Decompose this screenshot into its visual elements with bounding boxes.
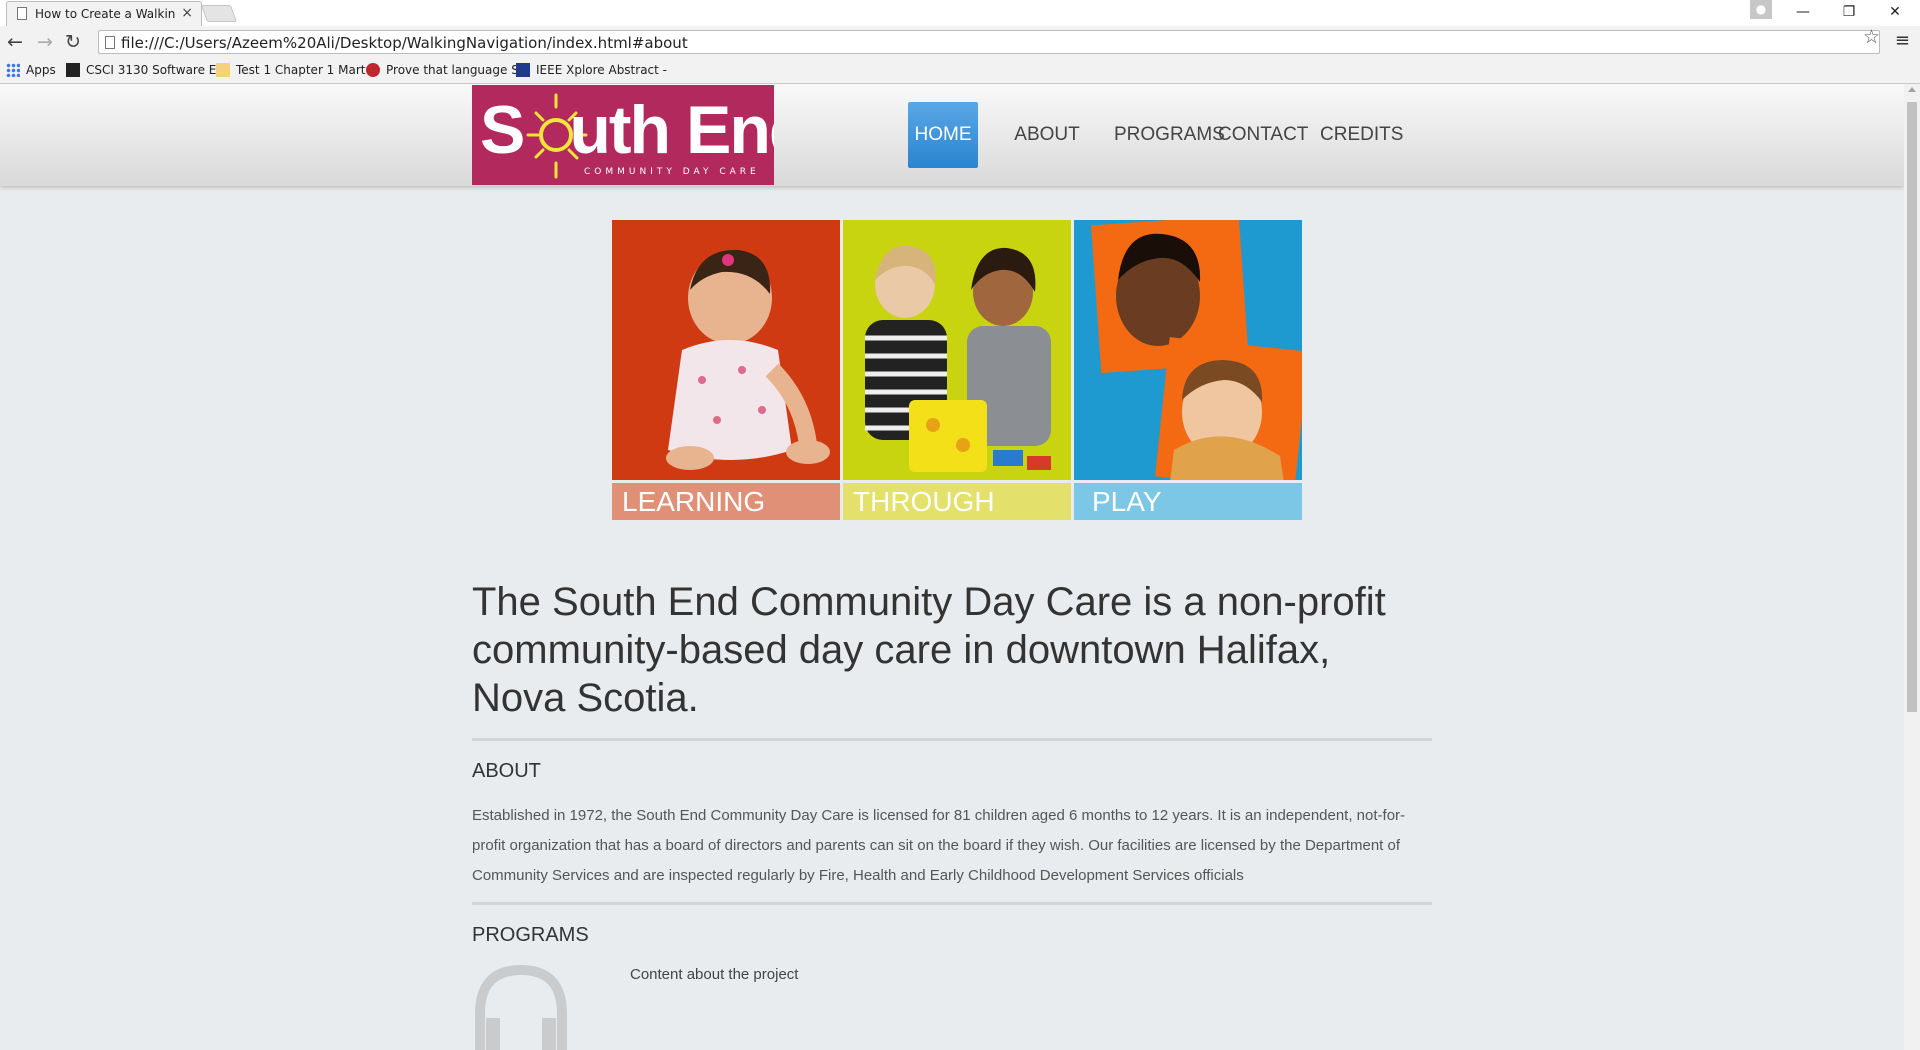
banner-panel-through: THROUGH xyxy=(843,220,1071,520)
section-divider xyxy=(472,902,1432,905)
url-text: file:///C:/Users/Azeem%20Ali/Desktop/Wal… xyxy=(121,34,688,52)
nav-about[interactable]: ABOUT xyxy=(1010,102,1084,168)
tab-strip: How to Create a Walking × ● — ❐ ✕ xyxy=(0,0,1920,26)
kids-playing-photo xyxy=(843,220,1071,480)
bookmark-csci[interactable]: CSCI 3130 Software E xyxy=(66,63,216,77)
section-divider xyxy=(472,738,1432,741)
apps-grid-icon xyxy=(6,63,20,77)
new-tab-button[interactable] xyxy=(200,5,238,22)
address-bar[interactable]: file:///C:/Users/Azeem%20Ali/Desktop/Wal… xyxy=(98,30,1880,54)
banner-panel-play: PLAY xyxy=(1074,220,1302,520)
children-faces-photo xyxy=(1074,220,1302,480)
reload-icon[interactable]: ↻ xyxy=(62,31,84,53)
close-tab-icon[interactable]: × xyxy=(181,5,193,21)
bookmark-star-icon[interactable]: ☆ xyxy=(1863,26,1880,48)
browser-tab[interactable]: How to Create a Walking × xyxy=(6,1,202,26)
bookmark-favicon-icon xyxy=(516,63,530,77)
site-header: Suth End COMMUNITY DAY CARE HOME ABOUT P… xyxy=(0,84,1904,186)
bookmark-favicon-icon xyxy=(366,63,380,77)
bookmark-prove-language[interactable]: Prove that language S xyxy=(366,63,519,77)
menu-icon[interactable]: ≡ xyxy=(1895,30,1910,51)
bookmarks-bar: Apps CSCI 3130 Software E Test 1 Chapter… xyxy=(0,58,1920,84)
kids-illustration xyxy=(865,245,1051,472)
bookmark-label: IEEE Xplore Abstract - xyxy=(536,63,667,77)
nav-credits[interactable]: CREDITS xyxy=(1320,102,1403,168)
nav-programs[interactable]: PROGRAMS xyxy=(1114,102,1225,168)
banner-label-play: PLAY xyxy=(1074,483,1302,520)
baby-photo xyxy=(612,220,840,480)
page-headline: The South End Community Day Care is a no… xyxy=(472,580,1386,720)
bookmark-label: CSCI 3130 Software E xyxy=(86,63,217,77)
page-icon xyxy=(105,36,115,49)
bookmark-apps[interactable]: Apps xyxy=(6,63,56,77)
bookmark-label: Prove that language S xyxy=(386,63,519,77)
programs-text: Content about the project xyxy=(630,966,799,983)
about-heading: ABOUT xyxy=(472,760,541,782)
banner-label-learning: LEARNING xyxy=(612,483,840,520)
logo-subtext: COMMUNITY DAY CARE xyxy=(584,167,760,177)
close-window-icon[interactable]: ✕ xyxy=(1880,0,1910,26)
scrollbar-thumb[interactable] xyxy=(1907,102,1917,712)
bookmark-test1[interactable]: Test 1 Chapter 1 Mart xyxy=(216,63,365,77)
profile-icon[interactable]: ● xyxy=(1750,0,1772,19)
forward-icon[interactable]: → xyxy=(34,31,56,53)
headphones-icon xyxy=(475,964,567,1050)
nav-home[interactable]: HOME xyxy=(908,102,978,168)
banner-label-through: THROUGH xyxy=(843,483,1071,520)
bookmark-favicon-icon xyxy=(216,63,230,77)
tab-title: How to Create a Walking xyxy=(35,7,175,21)
faces-illustration xyxy=(1091,220,1302,480)
browser-chrome: How to Create a Walking × ● — ❐ ✕ ← → ↻ … xyxy=(0,0,1920,84)
site-logo[interactable]: Suth End COMMUNITY DAY CARE xyxy=(472,85,774,185)
page-icon xyxy=(17,7,27,20)
bookmark-ieee[interactable]: IEEE Xplore Abstract - xyxy=(516,63,667,77)
browser-toolbar: ← → ↻ file:///C:/Users/Azeem%20Ali/Deskt… xyxy=(0,26,1920,58)
logo-wordmark: Suth End xyxy=(480,92,774,168)
banner-panel-learning: LEARNING xyxy=(612,220,840,520)
page-scrollbar[interactable] xyxy=(1904,84,1920,1050)
nav-contact[interactable]: CONTACT xyxy=(1218,102,1308,168)
minimize-icon[interactable]: — xyxy=(1788,0,1818,26)
page-viewport: Suth End COMMUNITY DAY CARE HOME ABOUT P… xyxy=(0,84,1904,1050)
back-icon[interactable]: ← xyxy=(4,31,26,53)
programs-heading: PROGRAMS xyxy=(472,924,589,946)
baby-illustration xyxy=(666,249,830,470)
bookmark-label: Test 1 Chapter 1 Mart xyxy=(236,63,366,77)
restore-icon[interactable]: ❐ xyxy=(1834,0,1864,26)
scroll-up-icon[interactable] xyxy=(1908,87,1916,92)
about-text: Established in 1972, the South End Commu… xyxy=(472,807,1406,884)
bookmark-label: Apps xyxy=(26,63,56,77)
bookmark-favicon-icon xyxy=(66,63,80,77)
